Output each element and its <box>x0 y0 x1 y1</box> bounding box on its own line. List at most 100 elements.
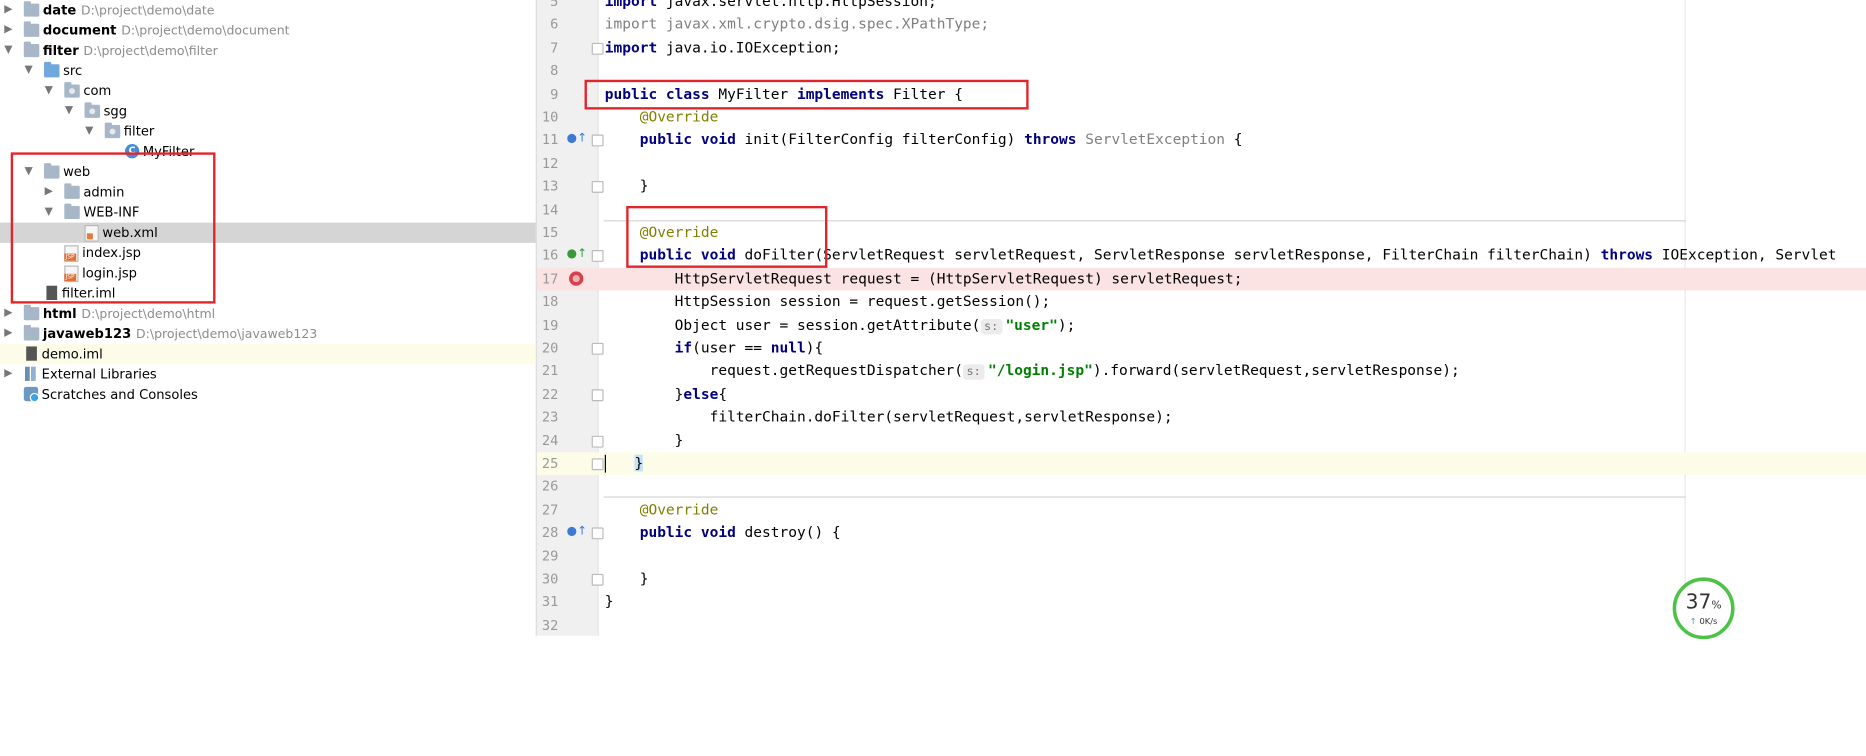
code-line[interactable]: 12 <box>537 152 1866 175</box>
code-text: if(user == null){ <box>605 337 824 360</box>
fold-icon[interactable] <box>591 134 604 147</box>
annotation-box-web-folder <box>10 152 216 304</box>
code-line[interactable]: 19 Object user = session.getAttribute(s:… <box>537 314 1866 337</box>
chevron-down-icon[interactable]: ▼ <box>23 61 35 81</box>
code-line[interactable]: 11 ●↑ public void init(FilterConfig filt… <box>537 129 1866 152</box>
code-line[interactable]: 32 <box>537 614 1866 637</box>
chevron-right-icon[interactable]: ▶ <box>2 20 14 40</box>
libraries-icon <box>25 366 36 381</box>
chevron-down-icon[interactable]: ▼ <box>63 101 75 121</box>
tree-item-sgg[interactable]: ▼ sgg <box>0 101 536 121</box>
tree-item-label: document <box>42 22 117 39</box>
line-number: 27 <box>541 500 559 518</box>
implements-method-icon[interactable]: ●↑ <box>567 133 587 147</box>
chevron-right-icon[interactable]: ▶ <box>2 364 14 384</box>
code-line[interactable]: 23 filterChain.doFilter(servletRequest,s… <box>537 406 1866 429</box>
code-token: javax.xml.crypto.dsig.spec.XPathType; <box>657 15 990 33</box>
tree-item-src[interactable]: ▼ src <box>0 61 536 81</box>
code-string: "user" <box>1005 316 1058 333</box>
line-number: 19 <box>541 316 559 333</box>
fold-icon[interactable] <box>591 527 604 540</box>
fold-icon[interactable] <box>591 181 604 194</box>
line-number: 31 <box>541 593 559 611</box>
code-keyword: import <box>604 39 658 56</box>
code-keyword: throws <box>1600 246 1654 264</box>
module-folder-icon <box>23 325 40 341</box>
code-token: ServletException <box>1076 131 1226 149</box>
line-number: 13 <box>541 177 559 195</box>
code-token: doFilter(ServletRequest servletRequest, … <box>735 246 1601 264</box>
code-line-current[interactable]: 25 } <box>536 452 1866 476</box>
code-text: import javax.xml.crypto.dsig.spec.XPathT… <box>605 14 989 37</box>
line-number: 8 <box>550 62 559 79</box>
tree-item-external-libraries[interactable]: ▶ External Libraries <box>0 364 536 384</box>
chevron-right-icon[interactable]: ▶ <box>2 324 14 344</box>
code-token: destroy() { <box>735 524 841 541</box>
tree-item-label: External Libraries <box>41 366 157 383</box>
code-text: filterChain.doFilter(servletRequest,serv… <box>605 406 1173 429</box>
tree-item-label: html <box>42 305 77 322</box>
code-line[interactable]: 30 } <box>537 568 1866 591</box>
code-line[interactable]: 26 <box>537 475 1866 498</box>
code-keyword: else <box>683 385 719 403</box>
code-token: } <box>639 570 649 587</box>
fold-icon[interactable] <box>591 342 604 355</box>
tree-item-filter-package[interactable]: ▼ filter <box>0 121 536 141</box>
chevron-right-icon[interactable]: ▶ <box>2 0 14 20</box>
code-token: } <box>674 385 684 403</box>
fold-icon[interactable] <box>591 250 604 263</box>
code-line[interactable]: 28 ●↑ public void destroy() { <box>537 522 1866 545</box>
fold-icon[interactable] <box>591 389 604 401</box>
implements-method-icon[interactable]: ●↑ <box>567 248 587 262</box>
code-text: request.getRequestDispatcher(s: "/login.j… <box>605 360 1460 383</box>
code-line[interactable]: 31 } <box>537 591 1866 614</box>
tree-item-javaweb123[interactable]: ▶ javaweb123 D:\project\demo\javaweb123 <box>0 324 536 344</box>
code-line[interactable]: 13 } <box>537 175 1866 198</box>
code-line[interactable]: 18 HttpSession session = request.getSess… <box>537 291 1866 314</box>
line-number: 32 <box>541 616 559 634</box>
tree-item-scratches[interactable]: Scratches and Consoles <box>0 385 536 405</box>
code-line[interactable]: 5 import javax.servlet.http.HttpSession; <box>537 0 1866 14</box>
package-icon <box>84 102 101 118</box>
code-line[interactable]: 29 <box>537 545 1866 568</box>
parameter-hint: s: <box>962 364 985 381</box>
code-line[interactable]: 20 if(user == null){ <box>537 337 1866 360</box>
code-token: } <box>639 177 649 195</box>
code-token: init(FilterConfig filterConfig) <box>735 131 1025 149</box>
source-folder-icon <box>44 61 60 78</box>
tree-item-document[interactable]: ▶ document D:\project\demo\document <box>0 20 536 40</box>
chevron-down-icon[interactable]: ▼ <box>43 81 55 101</box>
code-text: public void destroy() { <box>605 522 841 545</box>
code-line[interactable]: 7 import java.io.IOException; <box>537 37 1866 60</box>
fold-icon[interactable] <box>591 458 604 471</box>
fold-icon[interactable] <box>591 573 604 586</box>
tree-item-html[interactable]: ▶ html D:\project\demo\html <box>0 304 536 324</box>
code-line[interactable]: 27 @Override <box>537 499 1866 522</box>
iml-file-icon <box>26 346 37 361</box>
code-line[interactable]: 17 HttpServletRequest request = (HttpSer… <box>536 267 1866 291</box>
fold-icon[interactable] <box>591 42 604 55</box>
code-keyword: null <box>770 339 806 356</box>
annotation-box-dofilter <box>626 205 828 268</box>
chevron-right-icon[interactable]: ▶ <box>2 304 14 324</box>
tree-item-date[interactable]: ▶ date D:\project\demo\date <box>0 0 536 20</box>
code-token: IOException, Servlet <box>1653 246 1837 264</box>
code-text: public void init(FilterConfig filterConf… <box>605 129 1243 152</box>
tree-item-com[interactable]: ▼ com <box>0 81 536 101</box>
chevron-down-icon[interactable]: ▼ <box>83 121 95 141</box>
tree-item-demo-iml[interactable]: demo.iml <box>0 344 536 365</box>
network-monitor-widget[interactable]: 37% ↑ 0K/s <box>1672 577 1735 640</box>
code-line[interactable]: 24 } <box>537 429 1866 452</box>
chevron-down-icon[interactable]: ▼ <box>2 40 14 60</box>
breakpoint-icon[interactable] <box>569 271 584 286</box>
code-line[interactable]: 22 }else{ <box>537 383 1866 406</box>
implements-method-icon[interactable]: ●↑ <box>567 525 587 539</box>
code-text: } <box>605 175 649 198</box>
code-line[interactable]: 6 import javax.xml.crypto.dsig.spec.XPat… <box>537 14 1866 37</box>
fold-icon[interactable] <box>591 435 604 448</box>
line-number: 21 <box>541 362 559 380</box>
code-annotation: @Override <box>639 500 719 518</box>
tree-item-filter-module[interactable]: ▼ filter D:\project\demo\filter <box>0 40 536 60</box>
code-line[interactable]: 21 request.getRequestDispatcher(s: "/logi… <box>537 360 1866 383</box>
line-number: 28 <box>541 524 559 541</box>
